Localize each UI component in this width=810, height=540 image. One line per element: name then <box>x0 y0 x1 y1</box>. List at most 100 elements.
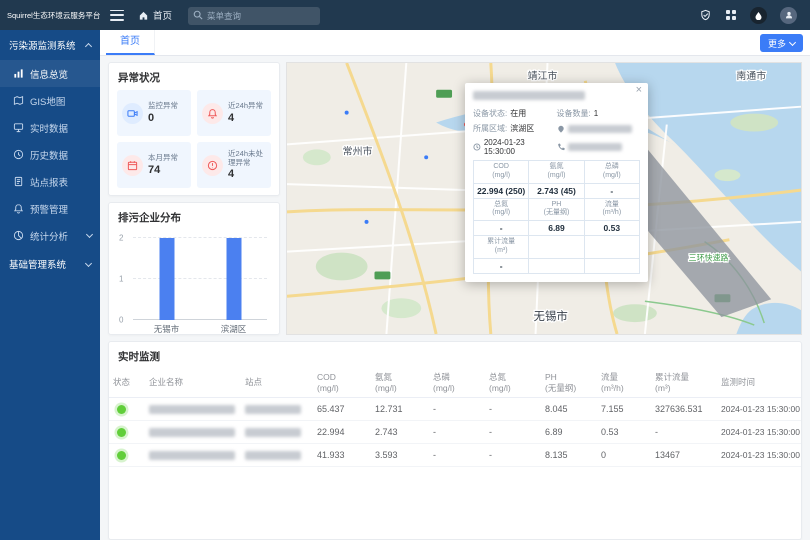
sidebar-section-basic-management[interactable]: 基础管理系统 <box>0 249 100 279</box>
gis-map[interactable]: 靖江市 南通市 常州市 无锡市 三环快速路 × 设备状态:在用 设备数量:1 所… <box>286 62 802 335</box>
cell-cod: 65.437 <box>313 398 371 421</box>
search-icon <box>193 10 203 20</box>
device-count-label: 设备数量: <box>557 108 591 119</box>
address-redacted <box>568 125 632 133</box>
breadcrumb[interactable]: 首页 <box>138 8 172 22</box>
metric-header: 总磷 <box>586 163 638 172</box>
popup-time: 2024-01-23 15:30:00 <box>484 138 557 156</box>
menu-collapse-icon[interactable] <box>110 10 124 21</box>
close-icon[interactable]: × <box>636 84 642 96</box>
sidebar-item-label: 信息总览 <box>30 67 68 81</box>
popup-row: 2024-01-23 15:30:00 <box>473 138 640 156</box>
stat-grid: 监控异常0 近24h异常4 本月异常74 近24h未处理异常4 <box>109 90 279 188</box>
metric-unit: (mg/l) <box>475 209 527 218</box>
monitor-icon <box>13 122 24 133</box>
chart-category-label: 无锡市 <box>133 323 200 335</box>
sidebar-item-label: 预警管理 <box>30 202 68 216</box>
tab-home[interactable]: 首页 <box>106 30 155 55</box>
sidebar-item-gis-map[interactable]: GIS地图 <box>0 87 100 114</box>
metric-unit: (m³/h) <box>586 209 638 218</box>
metric-value: - <box>584 183 639 198</box>
cell-tn: - <box>485 421 541 444</box>
col-header: COD <box>317 372 336 382</box>
sidebar-section-pollution-monitoring[interactable]: 污染源监测系统 <box>0 30 100 60</box>
apps-grid-icon[interactable] <box>725 9 737 21</box>
map-city-label: 南通市 <box>736 69 766 82</box>
more-button[interactable]: 更多 <box>760 34 803 52</box>
metric-header: 总氮 <box>475 201 527 210</box>
col-header: 氨氮 <box>375 372 392 382</box>
metric-header: 流量 <box>586 201 638 210</box>
cell-tn: - <box>485 398 541 421</box>
sidebar-section-label: 污染源监测系统 <box>9 38 76 52</box>
stat-24h-abnormal[interactable]: 近24h异常4 <box>197 90 271 136</box>
topbar: Squirrel生态环境云服务平台 首页 <box>0 0 810 30</box>
metric-unit: (无量纲) <box>530 209 582 218</box>
chevron-down-icon <box>789 38 796 45</box>
map-city-label: 常州市 <box>343 144 373 157</box>
col-unit: (mg/l) <box>375 383 425 394</box>
realtime-table: 状态 企业名称 站点 COD(mg/l) 氨氮(mg/l) 总磷(mg/l) 总… <box>109 370 802 467</box>
sidebar-item-warning-management[interactable]: 预警管理 <box>0 195 100 222</box>
metric-header: 累计流量 <box>475 238 527 247</box>
sidebar-item-label: 历史数据 <box>30 148 68 162</box>
status-dot-online <box>117 451 126 460</box>
sidebar-item-site-report[interactable]: 站点报表 <box>0 168 100 195</box>
table-row[interactable]: 41.933 3.593 - - 8.135 0 13467 2024-01-2… <box>109 444 802 467</box>
col-header: 监测时间 <box>721 377 755 387</box>
bar-chart-icon <box>13 68 24 79</box>
stat-month-abnormal[interactable]: 本月异常74 <box>117 142 191 188</box>
breadcrumb-label: 首页 <box>153 8 172 22</box>
metric-value: - <box>474 258 529 273</box>
sidebar-item-history-data[interactable]: 历史数据 <box>0 141 100 168</box>
badge-icon[interactable] <box>699 9 712 22</box>
chevron-up-icon <box>85 42 92 49</box>
stat-24h-unhandled-abnormal[interactable]: 近24h未处理异常4 <box>197 142 271 188</box>
table-row[interactable]: 65.437 12.731 - - 8.045 7.155 327636.531… <box>109 398 802 421</box>
sidebar: 污染源监测系统 信息总览 GIS地图 实时数据 历史数据 站点报表 预警管理 统… <box>0 30 100 540</box>
chart-ytick: 2 <box>119 234 123 243</box>
station-popup: × 设备状态:在用 设备数量:1 所属区域:滨湖区 2024-01-23 15:… <box>465 83 648 282</box>
chart-ytick: 0 <box>119 316 123 325</box>
table-header-row: 状态 企业名称 站点 COD(mg/l) 氨氮(mg/l) 总磷(mg/l) 总… <box>109 370 802 398</box>
sidebar-item-realtime-data[interactable]: 实时数据 <box>0 114 100 141</box>
device-count-value: 1 <box>594 109 598 118</box>
popup-metrics-table: COD(mg/l) 氨氮(mg/l) 总磷(mg/l) 22.994 (250)… <box>473 160 640 274</box>
popup-row: 所属区域:滨湖区 <box>473 123 640 134</box>
water-drop-icon[interactable] <box>750 7 767 24</box>
col-header: 企业名称 <box>149 377 183 387</box>
cell-tp: - <box>429 444 485 467</box>
sidebar-item-statistics[interactable]: 统计分析 <box>0 222 100 249</box>
metric-unit: (mg/l) <box>530 172 582 181</box>
col-header: 流量 <box>601 372 618 382</box>
chart-categories: 无锡市滨湖区 <box>133 323 267 335</box>
sidebar-item-overview[interactable]: 信息总览 <box>0 60 100 87</box>
col-header: 总氮 <box>489 372 506 382</box>
table-row[interactable]: 22.994 2.743 - - 6.89 0.53 - 2024-01-23 … <box>109 421 802 444</box>
metric-value: - <box>474 221 529 236</box>
sidebar-item-label: 站点报表 <box>30 175 68 189</box>
green-area <box>715 169 741 181</box>
col-unit: (mg/l) <box>433 383 481 394</box>
chart-bar <box>159 238 174 320</box>
popup-row: 设备状态:在用 设备数量:1 <box>473 108 640 119</box>
more-label: 更多 <box>768 37 786 50</box>
col-unit: (m³) <box>655 383 713 394</box>
cell-cod: 22.994 <box>313 421 371 444</box>
stat-label: 近24h异常 <box>228 102 263 111</box>
panel-title: 实时监测 <box>109 342 801 369</box>
status-dot-online <box>117 428 126 437</box>
search-input[interactable] <box>188 7 320 25</box>
stat-label: 近24h未处理异常 <box>228 150 268 167</box>
cell-nh3: 3.593 <box>371 444 429 467</box>
cell-total-flow: 13467 <box>651 444 717 467</box>
cell-nh3: 12.731 <box>371 398 429 421</box>
cell-ph: 6.89 <box>541 421 597 444</box>
menu-search <box>188 6 320 24</box>
col-header: 状态 <box>113 377 130 387</box>
chart-ytick: 1 <box>119 275 123 284</box>
status-dot-online <box>117 405 126 414</box>
user-avatar[interactable] <box>780 7 797 24</box>
stat-monitor-abnormal[interactable]: 监控异常0 <box>117 90 191 136</box>
map-city-label: 无锡市 <box>534 309 568 323</box>
